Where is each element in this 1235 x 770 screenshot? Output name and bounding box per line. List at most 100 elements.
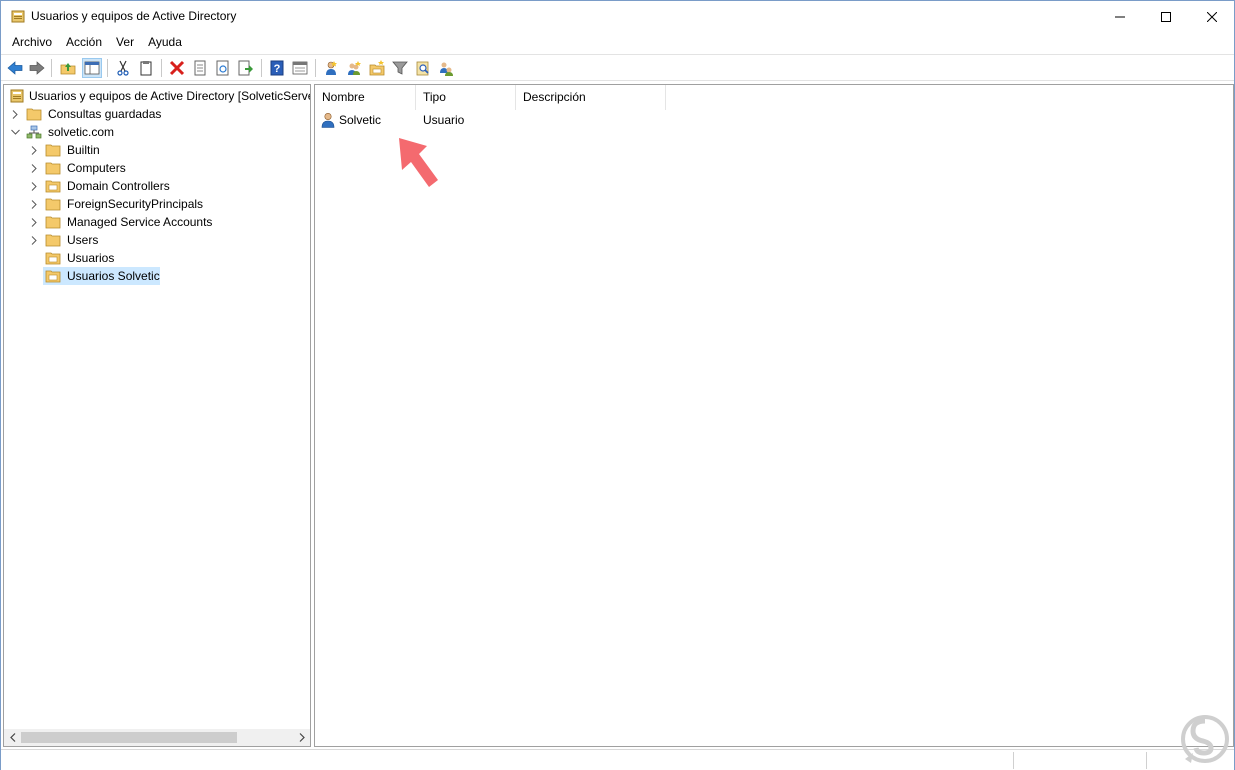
- title-bar[interactable]: Usuarios y equipos de Active Directory: [1, 1, 1234, 32]
- forward-button[interactable]: [27, 58, 47, 78]
- tree-horizontal-scrollbar[interactable]: [4, 729, 310, 746]
- scrollbar-thumb[interactable]: [21, 732, 237, 743]
- export-list-button[interactable]: [236, 58, 256, 78]
- chevron-right-icon[interactable]: [11, 110, 20, 119]
- status-divider: [1013, 752, 1014, 769]
- tree-node-domain-controllers[interactable]: Domain Controllers: [4, 177, 310, 195]
- tree-node-usuarios[interactable]: Usuarios: [4, 249, 310, 267]
- chevron-right-icon[interactable]: [30, 200, 39, 209]
- active-directory-app-icon: [11, 10, 25, 23]
- console-tree-icon: [292, 61, 308, 75]
- toolbar-separator: [51, 59, 52, 77]
- tree-node-domain[interactable]: solvetic.com: [4, 123, 310, 141]
- tree-node-label: Domain Controllers: [67, 179, 170, 193]
- back-button[interactable]: [5, 58, 25, 78]
- add-to-group-button[interactable]: [436, 58, 456, 78]
- new-user-icon: [326, 61, 337, 75]
- tree-root-label: Usuarios y equipos de Active Directory […: [29, 89, 311, 103]
- column-header-tipo[interactable]: Tipo: [416, 85, 516, 110]
- tree-node-label: Usuarios: [67, 251, 115, 265]
- new-user-button[interactable]: [321, 58, 341, 78]
- toolbar-separator: [261, 59, 262, 77]
- back-icon: [7, 61, 23, 75]
- solvetic-watermark-logo: [1181, 715, 1229, 763]
- folder-icon: [45, 216, 61, 229]
- folder-icon: [45, 162, 61, 175]
- find-button[interactable]: [413, 58, 433, 78]
- window-title: Usuarios y equipos de Active Directory: [31, 9, 237, 23]
- cut-button[interactable]: [113, 58, 133, 78]
- list-item[interactable]: Solvetic Usuario: [315, 110, 915, 130]
- chevron-down-icon[interactable]: [11, 128, 20, 137]
- help-button[interactable]: ?: [267, 58, 287, 78]
- new-group-button[interactable]: [344, 58, 364, 78]
- folder-icon: [45, 144, 61, 157]
- tree-node-foreign-security-principals[interactable]: ForeignSecurityPrincipals: [4, 195, 310, 213]
- tree-node-label: Computers: [67, 161, 126, 175]
- maximize-button[interactable]: [1143, 1, 1189, 32]
- menu-ver[interactable]: Ver: [109, 32, 141, 53]
- properties-button[interactable]: [190, 58, 210, 78]
- close-button[interactable]: [1189, 1, 1235, 32]
- add-to-group-icon: [440, 62, 453, 76]
- cell-type: Usuario: [423, 113, 465, 127]
- new-ou-button[interactable]: [367, 58, 387, 78]
- console-tree-button[interactable]: [290, 58, 310, 78]
- details-list-panel[interactable]: Nombre Tipo Descripción Solvetic Usuario: [314, 84, 1234, 747]
- toolbar-separator: [107, 59, 108, 77]
- filter-button[interactable]: [390, 58, 410, 78]
- column-header-descripcion[interactable]: Descripción: [516, 85, 666, 110]
- chevron-right-icon[interactable]: [30, 236, 39, 245]
- tree-node-users[interactable]: Users: [4, 231, 310, 249]
- tree-root-node[interactable]: Usuarios y equipos de Active Directory […: [4, 87, 310, 105]
- find-icon: [416, 61, 429, 76]
- tree-node-label: ForeignSecurityPrincipals: [67, 197, 204, 211]
- chevron-right-icon[interactable]: [30, 164, 39, 173]
- chevron-right-icon[interactable]: [30, 218, 39, 227]
- copy-button[interactable]: [136, 58, 156, 78]
- copy-icon: [140, 61, 152, 76]
- user-icon: [321, 112, 335, 128]
- column-header-nombre[interactable]: Nombre: [315, 85, 416, 110]
- up-level-button[interactable]: [58, 58, 78, 78]
- tree-node-computers[interactable]: Computers: [4, 159, 310, 177]
- new-ou-icon: [369, 60, 385, 76]
- saved-queries-folder-icon: [26, 108, 42, 121]
- delete-icon: [169, 60, 185, 76]
- console-tree-panel[interactable]: Usuarios y equipos de Active Directory […: [3, 84, 311, 747]
- toolbar-separator: [315, 59, 316, 77]
- maximize-icon: [1161, 11, 1171, 22]
- domain-icon: [26, 125, 42, 139]
- refresh-button[interactable]: [213, 58, 233, 78]
- tree-node-label: solvetic.com: [48, 125, 115, 139]
- tree-node-label: Managed Service Accounts: [67, 215, 213, 229]
- ou-icon: [45, 252, 61, 265]
- scroll-left-button[interactable]: [4, 729, 21, 746]
- ou-icon: [45, 180, 61, 193]
- minimize-button[interactable]: [1097, 1, 1143, 32]
- export-list-icon: [238, 60, 253, 76]
- tree-node-label: Builtin: [67, 143, 100, 157]
- menu-ayuda[interactable]: Ayuda: [141, 32, 189, 53]
- tree-node-label: Consultas guardadas: [48, 107, 162, 121]
- show-hide-console-tree-button[interactable]: [82, 58, 102, 78]
- scroll-right-button[interactable]: [293, 729, 310, 746]
- tree-node-label-selected: Usuarios Solvetic: [67, 269, 160, 283]
- menu-accion[interactable]: Acción: [59, 32, 109, 53]
- delete-button[interactable]: [167, 58, 187, 78]
- new-group-icon: [348, 61, 361, 75]
- tree-node-usuarios-solvetic[interactable]: Usuarios Solvetic: [4, 267, 310, 285]
- tree-node-managed-service-accounts[interactable]: Managed Service Accounts: [4, 213, 310, 231]
- cell-name: Solvetic: [339, 113, 382, 127]
- folder-icon: [45, 198, 61, 211]
- filter-icon: [392, 61, 408, 75]
- tree-node-label: Users: [67, 233, 99, 247]
- folder-icon: [45, 234, 61, 247]
- refresh-icon: [216, 60, 229, 76]
- chevron-right-icon[interactable]: [30, 146, 39, 155]
- tree-node-saved-queries[interactable]: Consultas guardadas: [4, 105, 310, 123]
- tree-node-builtin[interactable]: Builtin: [4, 141, 310, 159]
- chevron-right-icon[interactable]: [30, 182, 39, 191]
- menu-bar: Archivo Acción Ver Ayuda: [1, 32, 1234, 53]
- menu-archivo[interactable]: Archivo: [5, 32, 59, 53]
